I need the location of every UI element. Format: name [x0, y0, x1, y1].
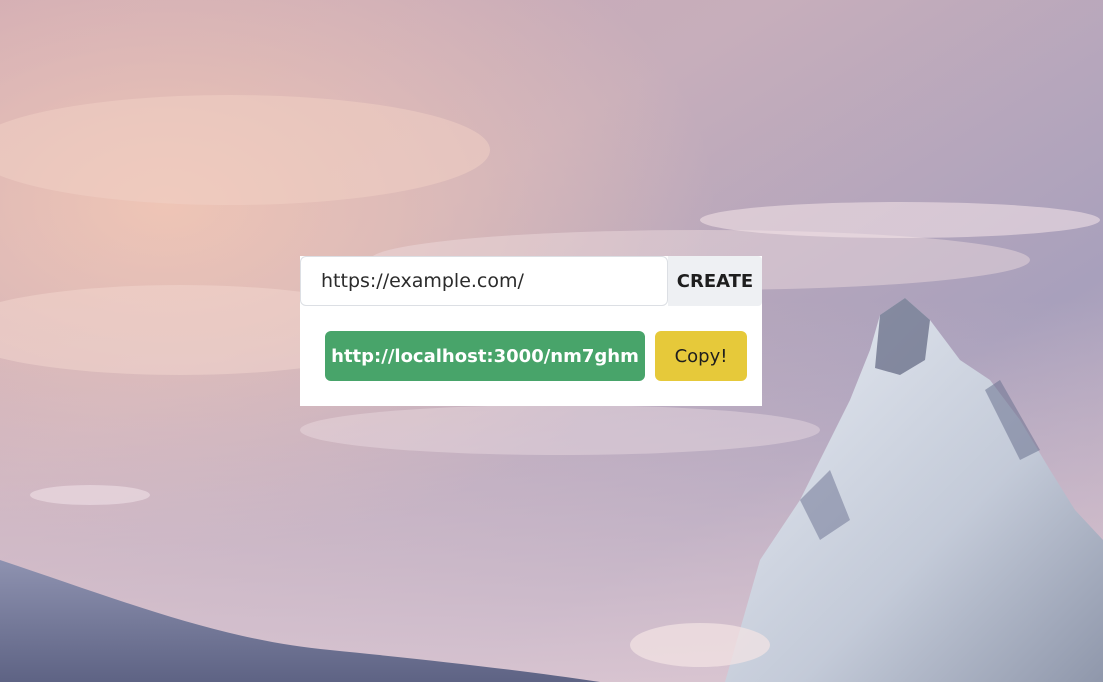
- url-input[interactable]: [300, 256, 668, 306]
- shortener-panel: CREATE http://localhost:3000/nm7ghm Copy…: [300, 256, 762, 406]
- short-url-link[interactable]: http://localhost:3000/nm7ghm: [325, 331, 645, 381]
- create-button[interactable]: CREATE: [668, 256, 762, 306]
- copy-button[interactable]: Copy!: [655, 331, 747, 381]
